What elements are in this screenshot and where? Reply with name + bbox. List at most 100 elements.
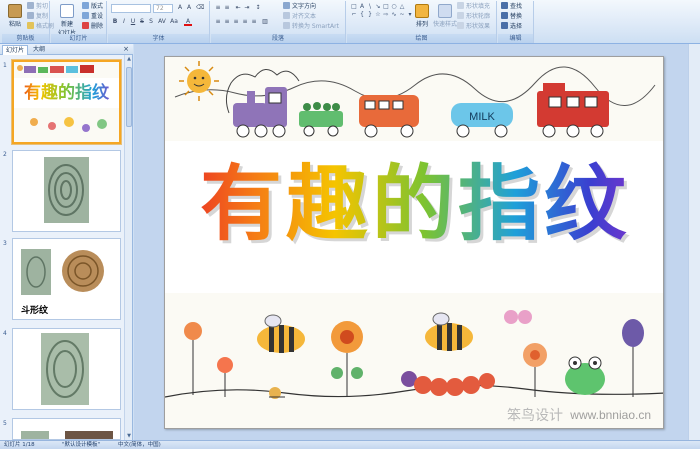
- new-slide-button[interactable]: 新建 幻灯片: [54, 3, 80, 37]
- shape-rect2-icon[interactable]: □: [382, 3, 390, 10]
- shape-oval-icon[interactable]: ○: [390, 3, 398, 10]
- italic-button[interactable]: I: [120, 18, 128, 26]
- flower-icon: [184, 322, 202, 395]
- decrease-indent-button[interactable]: ⇤: [234, 4, 242, 12]
- editing-group-label: 编辑: [498, 34, 533, 43]
- shadow-button[interactable]: S: [147, 18, 155, 26]
- arrange-button[interactable]: 排列: [411, 3, 433, 33]
- shape-line-icon[interactable]: \: [366, 3, 374, 10]
- smartart-button[interactable]: 转换为 SmartArt: [283, 22, 339, 31]
- numbering-button[interactable]: ≡: [223, 4, 231, 12]
- scrollbar-thumb[interactable]: [126, 67, 132, 127]
- paragraph-group-label: 段落: [211, 34, 345, 43]
- shape-arrow-icon[interactable]: ↘: [374, 3, 382, 10]
- effects-icon: [457, 22, 464, 29]
- bold-button[interactable]: B: [111, 18, 119, 26]
- layout-icon: [82, 2, 89, 9]
- shape-curve-icon[interactable]: ∿: [390, 11, 398, 18]
- panel-tabs: 幻灯片 大纲 ×: [0, 44, 133, 55]
- flower-icon: [217, 357, 233, 397]
- shape-text-icon[interactable]: A: [358, 3, 366, 10]
- replace-button[interactable]: 替换: [501, 12, 522, 21]
- distributed-button[interactable]: ≡: [250, 18, 258, 26]
- find-button[interactable]: 查找: [501, 2, 522, 11]
- slide-number: 5: [3, 420, 7, 427]
- shape-outline-button[interactable]: 形状轮廓: [457, 12, 490, 21]
- text-direction-button[interactable]: 文字方向: [283, 2, 316, 11]
- status-bar: 幻灯片 1/18 "默认设计模板" 中文(简体，中国): [0, 440, 700, 449]
- tulip-icon: [622, 319, 644, 397]
- watermark: www.bnniao.cn: [570, 408, 651, 422]
- justify-button[interactable]: ≡: [241, 18, 249, 26]
- watermark-logo: 笨鸟设计: [507, 408, 563, 424]
- panel-scrollbar[interactable]: ▲ ▼: [124, 55, 132, 440]
- char-spacing-button[interactable]: AV: [158, 18, 166, 26]
- font-name-input[interactable]: [111, 4, 151, 13]
- increase-indent-button[interactable]: ⇥: [243, 4, 251, 12]
- flower-icon: [331, 321, 363, 397]
- new-slide-icon: [60, 4, 74, 18]
- cut-button[interactable]: 剪切: [27, 2, 48, 11]
- select-button[interactable]: 选择: [501, 22, 522, 31]
- font-size-input[interactable]: 72: [153, 4, 173, 13]
- shape-brace2-icon[interactable]: }: [366, 11, 374, 18]
- shape-triangle-icon[interactable]: △: [398, 3, 406, 10]
- format-painter-button[interactable]: 格式刷: [27, 22, 54, 31]
- shape-brace-icon[interactable]: {: [358, 11, 366, 18]
- close-panel-icon[interactable]: ×: [123, 45, 129, 54]
- slide-number: 3: [3, 240, 7, 247]
- underline-button[interactable]: U: [129, 18, 137, 26]
- reset-icon: [82, 12, 89, 19]
- slide-thumbnail-4[interactable]: [12, 328, 121, 410]
- quick-styles-button[interactable]: 快速样式: [433, 3, 457, 33]
- current-slide[interactable]: MILK 有趣的指纹 有趣的指纹: [164, 56, 664, 429]
- shape-effects-button[interactable]: 形状效果: [457, 22, 490, 31]
- slide-thumbnail-5[interactable]: [12, 418, 121, 440]
- copy-button[interactable]: 复制: [27, 12, 48, 21]
- shrink-font-button[interactable]: A: [185, 4, 193, 12]
- bullets-button[interactable]: ≡: [214, 4, 222, 12]
- clipboard-icon: [8, 4, 22, 18]
- slide-thumbnail-2[interactable]: [12, 150, 121, 232]
- paste-button[interactable]: 粘贴: [4, 3, 26, 33]
- clear-format-button[interactable]: ⌫: [196, 4, 204, 12]
- reset-button[interactable]: 重设: [82, 12, 103, 21]
- shape-wave-icon[interactable]: ~: [398, 11, 406, 18]
- shape-rectangle-icon[interactable]: □: [350, 3, 358, 10]
- scroll-down-icon[interactable]: ▼: [125, 432, 133, 440]
- main-scrollbar[interactable]: [688, 44, 700, 440]
- tab-slides[interactable]: 幻灯片: [2, 45, 29, 55]
- line-spacing-button[interactable]: ↕: [254, 4, 262, 12]
- brush-icon: [27, 22, 34, 29]
- slide-5-preview: [13, 419, 120, 439]
- paragraph-group: ≡ ≡ ⇤ ⇥ ↕ ≡ ≡ ≡ ≡ ≡ ▥ 文字方向 对齐文本 转换为 Smar…: [211, 1, 346, 43]
- scroll-up-icon[interactable]: ▲: [125, 55, 133, 63]
- shape-corner-icon[interactable]: ⌐: [350, 11, 358, 18]
- ribbon: 粘贴 剪切 复制 格式刷 剪贴板 新建 幻灯片 版式 重设 删除 幻灯片 72 …: [0, 0, 700, 44]
- shape-fill-button[interactable]: 形状填充: [457, 2, 490, 11]
- font-group: 72 A A ⌫ B I U S S AV Aa A 字体: [108, 1, 210, 43]
- outline-pen-icon: [457, 12, 464, 19]
- align-left-button[interactable]: ≡: [214, 18, 222, 26]
- align-center-button[interactable]: ≡: [223, 18, 231, 26]
- caterpillar-icon: [401, 371, 495, 396]
- delete-slide-button[interactable]: 删除: [82, 22, 103, 31]
- columns-button[interactable]: ▥: [261, 18, 269, 26]
- language-indicator[interactable]: 中文(简体，中国): [118, 441, 161, 449]
- align-text-button[interactable]: 对齐文本: [283, 12, 316, 21]
- tab-outline[interactable]: 大纲: [30, 45, 48, 55]
- slide-thumbnail-1[interactable]: 有趣的指纹: [12, 60, 121, 144]
- grow-font-button[interactable]: A: [176, 4, 184, 12]
- shape-right-arrow-icon[interactable]: ⇨: [382, 11, 390, 18]
- shape-star-icon[interactable]: ☆: [374, 11, 382, 18]
- layout-button[interactable]: 版式: [82, 2, 103, 11]
- font-color-button[interactable]: A: [184, 18, 192, 26]
- milk-label: MILK: [469, 111, 495, 123]
- butterfly-icon: [504, 310, 532, 324]
- slide-thumbnail-3[interactable]: 斗形纹: [12, 238, 121, 320]
- align-right-button[interactable]: ≡: [232, 18, 240, 26]
- slide-title[interactable]: 有趣的指纹: [165, 145, 663, 265]
- slide-number: 1: [3, 62, 7, 69]
- change-case-button[interactable]: Aa: [170, 18, 178, 26]
- strikethrough-button[interactable]: S: [138, 18, 146, 26]
